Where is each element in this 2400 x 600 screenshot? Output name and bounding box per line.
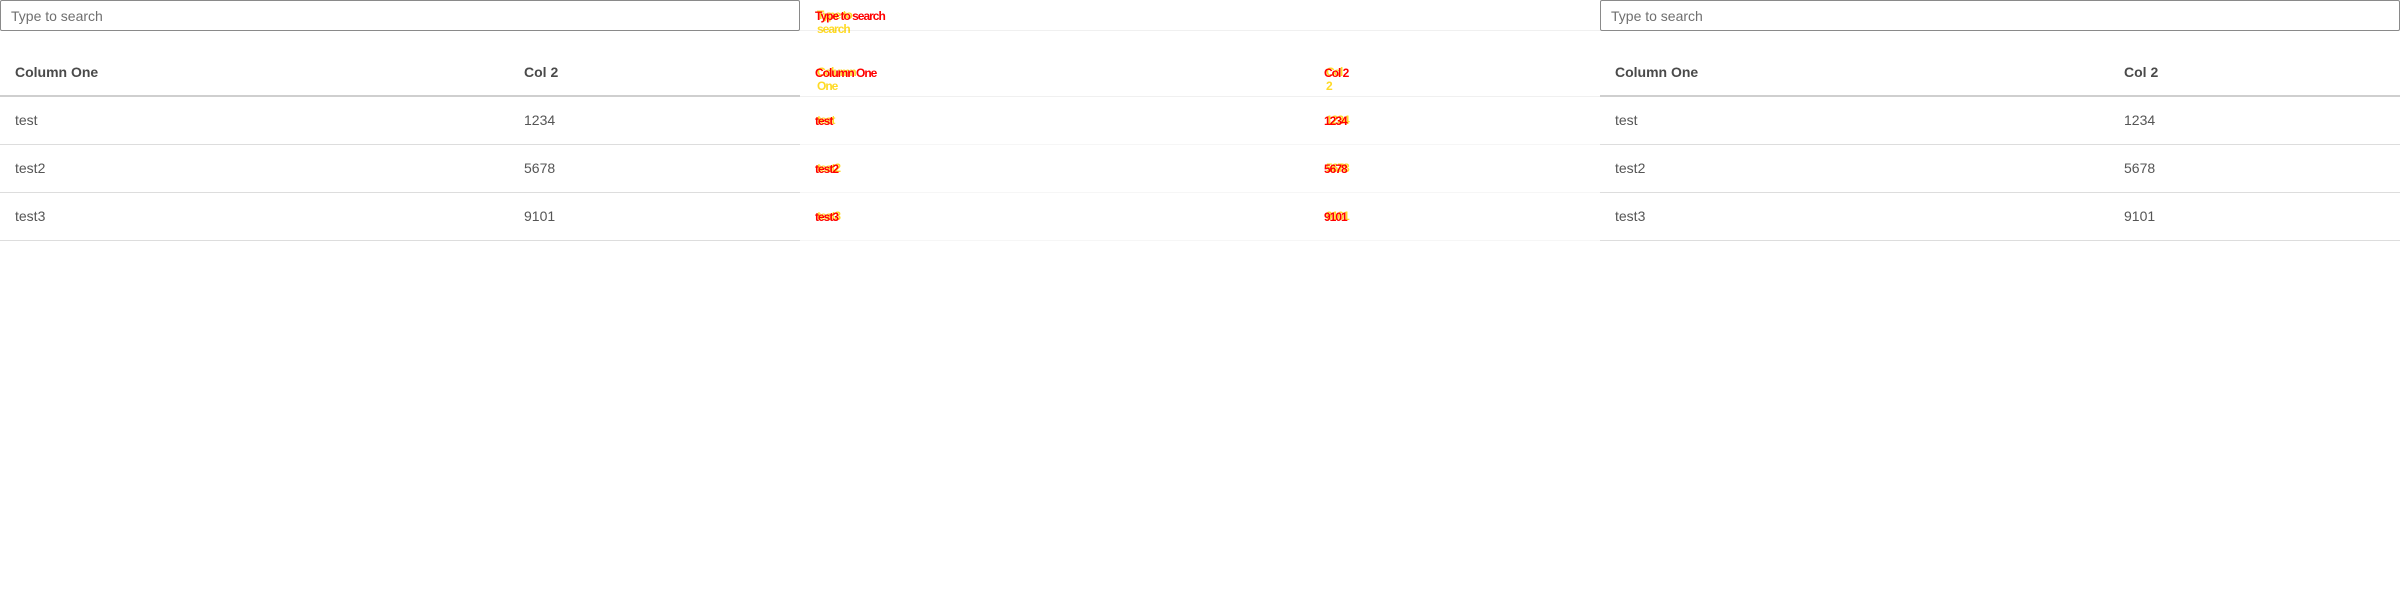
table-row: test2 5678 <box>0 144 800 193</box>
table-cell: 1234 1234 <box>1309 96 1600 145</box>
column-header[interactable]: Column One <box>0 48 509 97</box>
column-header[interactable]: Column One <box>1600 48 2109 97</box>
table-cell: test test <box>800 96 1309 145</box>
table-cell: test3 <box>1600 192 2109 241</box>
table-cell: test3 <box>0 192 509 241</box>
table-cell: 9101 9101 <box>1309 192 1600 241</box>
search-input-diff: Type to search Type to search <box>800 0 1600 36</box>
table-cell: test2 <box>1600 144 2109 193</box>
table-row: test3 9101 <box>1600 192 2400 241</box>
table-row: test2 test2 5678 5678 <box>800 144 1600 193</box>
table-cell: 5678 <box>509 144 800 193</box>
table-cell: test <box>1600 96 2109 145</box>
comparison-layout: Column One Col 2 test 1234 test2 5678 te… <box>0 0 2400 600</box>
table-row: test 1234 <box>0 96 800 145</box>
table-cell: 5678 5678 <box>1309 144 1600 193</box>
data-table: Column One Col 2 test 1234 test2 5678 te… <box>1600 48 2400 241</box>
table-cell: 1234 <box>2109 96 2400 145</box>
search-input[interactable] <box>1600 0 2400 31</box>
table-cell: test3 test3 <box>800 192 1309 241</box>
data-table-diff: Column One Column One Col 2 Col 2 test test… <box>800 48 1600 241</box>
table-row: test 1234 <box>1600 96 2400 145</box>
table-header-row: Column One Column One Col 2 Col 2 <box>800 48 1600 97</box>
table-row: test3 9101 <box>0 192 800 241</box>
table-cell: test2 test2 <box>800 144 1309 193</box>
table-cell: test2 <box>0 144 509 193</box>
table-cell: 9101 <box>2109 192 2400 241</box>
table-header-row: Column One Col 2 <box>0 48 800 97</box>
column-header[interactable]: Col 2 <box>2109 48 2400 97</box>
table-cell: 1234 <box>509 96 800 145</box>
search-input[interactable] <box>0 0 800 31</box>
left-panel: Column One Col 2 test 1234 test2 5678 te… <box>0 0 800 600</box>
column-header: Column One Column One <box>800 48 1309 97</box>
table-cell: 9101 <box>509 192 800 241</box>
table-row: test3 test3 9101 9101 <box>800 192 1600 241</box>
table-row: test test 1234 1234 <box>800 96 1600 145</box>
column-header[interactable]: Col 2 <box>509 48 800 97</box>
table-row: test2 5678 <box>1600 144 2400 193</box>
table-cell: test <box>0 96 509 145</box>
data-table: Column One Col 2 test 1234 test2 5678 te… <box>0 48 800 241</box>
diff-panel: Type to search Type to search Column One… <box>800 0 1600 600</box>
column-header: Col 2 Col 2 <box>1309 48 1600 97</box>
table-header-row: Column One Col 2 <box>1600 48 2400 97</box>
right-panel: Column One Col 2 test 1234 test2 5678 te… <box>1600 0 2400 600</box>
search-placeholder-diff: Type to search Type to search <box>815 8 886 36</box>
table-cell: 5678 <box>2109 144 2400 193</box>
